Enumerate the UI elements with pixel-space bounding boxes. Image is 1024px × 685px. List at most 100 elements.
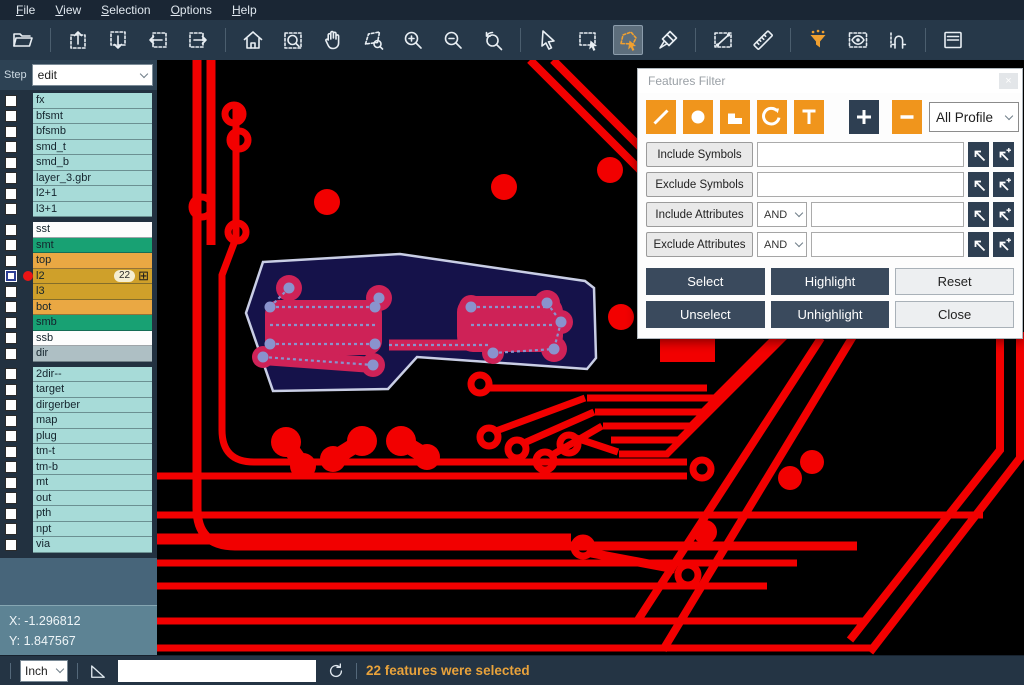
layer-name[interactable]: map [33, 413, 152, 429]
ruler-icon[interactable] [748, 25, 778, 55]
layer-visibility-checkbox[interactable] [5, 203, 17, 215]
layer-name[interactable]: smb [33, 315, 152, 331]
filter-label-button[interactable]: Exclude Symbols [646, 172, 753, 197]
pan-right-icon[interactable] [183, 25, 213, 55]
layer-name[interactable]: 2dir-- [33, 367, 152, 383]
view-eye-icon[interactable] [843, 25, 873, 55]
layer-row-map[interactable]: map [0, 413, 157, 429]
dialog-title-bar[interactable]: Features Filter × [638, 69, 1022, 93]
snap-magnet-icon[interactable] [883, 25, 913, 55]
layer-row-smt[interactable]: smt [0, 238, 157, 254]
layer-visibility-checkbox[interactable] [5, 539, 17, 551]
layer-name[interactable]: bfsmt [33, 109, 152, 125]
highlight-button[interactable]: Highlight [771, 268, 890, 295]
layer-row-dirgerber[interactable]: dirgerber [0, 398, 157, 414]
layer-visibility-checkbox[interactable] [5, 188, 17, 200]
pan-left-icon[interactable] [143, 25, 173, 55]
pick-arrow-button[interactable] [968, 172, 989, 197]
unhighlight-button[interactable]: Unhighlight [771, 301, 890, 328]
pick-arrow-plus-button[interactable] [993, 202, 1014, 227]
layer-row-l2+1[interactable]: l2+1 [0, 186, 157, 202]
layer-visibility-checkbox[interactable] [5, 415, 17, 427]
layer-name[interactable]: fx [33, 93, 152, 109]
layer-row-layer_3.gbr[interactable]: layer_3.gbr [0, 171, 157, 187]
clean-brush-icon[interactable] [653, 25, 683, 55]
pick-arrow-plus-button[interactable] [993, 142, 1014, 167]
layer-visibility-checkbox[interactable] [5, 239, 17, 251]
layer-name[interactable]: out [33, 491, 152, 507]
add-filter-button[interactable] [849, 100, 879, 134]
layer-name[interactable]: via [33, 537, 152, 553]
layer-visibility-checkbox[interactable] [5, 157, 17, 169]
layer-row-via[interactable]: via [0, 537, 157, 553]
layer-visibility-checkbox[interactable] [5, 301, 17, 313]
filter-label-button[interactable]: Exclude Attributes [646, 232, 753, 257]
close-button[interactable]: Close [895, 301, 1014, 328]
layer-row-bfsmt[interactable]: bfsmt [0, 109, 157, 125]
layer-row-plug[interactable]: plug [0, 429, 157, 445]
layer-row-fx[interactable]: fx [0, 93, 157, 109]
layer-name[interactable]: smd_b [33, 155, 152, 171]
reset-button[interactable]: Reset [895, 268, 1014, 295]
open-folder-icon[interactable] [8, 25, 38, 55]
layers-panel-icon[interactable] [938, 25, 968, 55]
layer-name[interactable]: npt [33, 522, 152, 538]
menu-selection[interactable]: Selection [91, 1, 160, 19]
filter-label-button[interactable]: Include Symbols [646, 142, 753, 167]
layer-name[interactable]: dir [33, 346, 152, 362]
layer-visibility-checkbox[interactable] [5, 141, 17, 153]
layer-visibility-checkbox[interactable] [5, 492, 17, 504]
layer-name[interactable]: mt [33, 475, 152, 491]
layer-row-tm-b[interactable]: tm-b [0, 460, 157, 476]
pan-down-icon[interactable] [103, 25, 133, 55]
layer-row-pth[interactable]: pth [0, 506, 157, 522]
layer-visibility-checkbox[interactable] [5, 430, 17, 442]
layer-visibility-checkbox[interactable] [5, 332, 17, 344]
pan-hand-icon[interactable] [318, 25, 348, 55]
layer-row-bot[interactable]: bot [0, 300, 157, 316]
text-tool-button[interactable] [794, 100, 824, 134]
measure-distance-icon[interactable] [708, 25, 738, 55]
layer-row-top[interactable]: top [0, 253, 157, 269]
layer-name[interactable]: tm-b [33, 460, 152, 476]
layer-visibility-checkbox[interactable] [5, 286, 17, 298]
filter-label-button[interactable]: Include Attributes [646, 202, 753, 227]
layer-visibility-checkbox[interactable] [5, 508, 17, 520]
zoom-out-icon[interactable] [438, 25, 468, 55]
layer-visibility-checkbox[interactable] [5, 255, 17, 267]
grid-icon[interactable]: ⊞ [138, 270, 149, 282]
layer-visibility-checkbox[interactable] [5, 348, 17, 360]
layer-name[interactable]: bot [33, 300, 152, 316]
zoom-previous-icon[interactable] [478, 25, 508, 55]
layer-visibility-checkbox[interactable] [5, 368, 17, 380]
surface-tool-button[interactable] [720, 100, 750, 134]
command-input[interactable] [118, 660, 316, 682]
menu-file[interactable]: File [6, 1, 45, 19]
refresh-icon[interactable] [325, 660, 347, 682]
layer-row-npt[interactable]: npt [0, 522, 157, 538]
layer-name[interactable]: dirgerber [33, 398, 152, 414]
home-view-icon[interactable] [238, 25, 268, 55]
layer-row-ssb[interactable]: ssb [0, 331, 157, 347]
layer-visibility-checkbox[interactable] [5, 523, 17, 535]
layer-visibility-checkbox[interactable] [5, 126, 17, 138]
pick-arrow-button[interactable] [968, 202, 989, 227]
filter-value-input[interactable] [811, 232, 964, 257]
layer-row-out[interactable]: out [0, 491, 157, 507]
select-rectangle-icon[interactable] [573, 25, 603, 55]
step-select[interactable]: edit [32, 64, 153, 86]
layer-row-smd_b[interactable]: smd_b [0, 155, 157, 171]
layer-row-dir[interactable]: dir [0, 346, 157, 362]
layer-row-smb[interactable]: smb [0, 315, 157, 331]
filter-value-input[interactable] [757, 172, 964, 197]
select-polygon-icon[interactable] [613, 25, 643, 55]
pick-arrow-button[interactable] [968, 232, 989, 257]
profile-select[interactable]: All Profile [929, 102, 1019, 132]
zoom-in-icon[interactable] [398, 25, 428, 55]
select-button[interactable]: Select [646, 268, 765, 295]
layer-row-l3+1[interactable]: l3+1 [0, 202, 157, 218]
layer-visibility-checkbox[interactable] [5, 399, 17, 411]
layer-visibility-checkbox[interactable] [5, 384, 17, 396]
layer-name[interactable]: l222⊞ [33, 269, 152, 285]
layer-row-sst[interactable]: sst [0, 222, 157, 238]
